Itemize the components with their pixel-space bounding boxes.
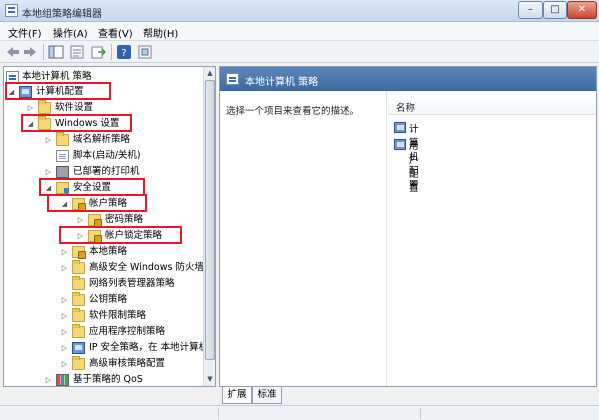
status-divider	[420, 408, 421, 419]
tree-label: 软件限制策略	[89, 310, 147, 321]
tree-label: 应用程序控制策略	[89, 326, 166, 337]
list-column-header[interactable]: 名称	[388, 97, 596, 115]
column-name[interactable]: 名称	[396, 100, 415, 114]
details-title: 本地计算机 策略	[245, 77, 319, 88]
scroll-up-arrow-icon[interactable]: ▲	[204, 67, 215, 79]
highlight-box	[47, 194, 147, 212]
collapsed-arrow-icon[interactable]: ▷	[60, 292, 69, 308]
tree-label: 网络列表管理器策略	[89, 278, 175, 289]
menu-view[interactable]: 查看(V)	[98, 25, 133, 40]
tree-label: IP 安全策略，在 本地计算机	[89, 342, 209, 353]
show-tree-icon[interactable]	[48, 44, 64, 60]
menu-bar: 文件(F) 操作(A) 查看(V) 帮助(H)	[0, 22, 599, 41]
tree-vertical-scrollbar[interactable]: ▲ ▼	[203, 67, 215, 386]
toolbar-separator	[111, 44, 112, 60]
details-pane: 本地计算机 策略 选择一个项目来查看它的描述。 名称 计算机配置 用户配置	[219, 66, 597, 387]
tree-label: 域名解析策略	[73, 134, 131, 145]
scroll-down-arrow-icon[interactable]: ▼	[204, 373, 215, 385]
properties-icon[interactable]	[69, 44, 85, 60]
tab-extended[interactable]: 扩展	[222, 387, 252, 404]
collapsed-arrow-icon[interactable]: ▷	[60, 324, 69, 340]
toolbar: ?	[0, 41, 599, 63]
folder-icon	[72, 308, 85, 322]
minimize-button[interactable]: –	[518, 1, 543, 19]
tree-label: 公钥策略	[89, 294, 128, 305]
ip-security-icon	[72, 342, 85, 354]
tree-pane: 本地计算机 策略 ◢ 计算机配置 ▷ 软件设置 ◢ Windows 设置 ▷ 域…	[3, 66, 216, 387]
window-title: 本地组策略编辑器	[22, 9, 102, 20]
export-icon[interactable]	[90, 44, 106, 60]
folder-icon	[72, 356, 85, 370]
lock-folder-icon	[72, 246, 86, 259]
help-icon[interactable]: ?	[116, 44, 132, 60]
printer-icon	[56, 166, 69, 178]
tree-label: 高级安全 Windows 防火墙	[89, 262, 204, 273]
title-bar: 本地组策略编辑器 – □ ✕	[0, 0, 599, 22]
menu-file[interactable]: 文件(F)	[8, 25, 42, 40]
menu-help[interactable]: 帮助(H)	[143, 25, 178, 40]
filter-icon[interactable]	[137, 44, 153, 60]
folder-icon	[72, 260, 85, 274]
collapsed-arrow-icon[interactable]: ▷	[60, 308, 69, 324]
close-button[interactable]: ✕	[567, 1, 597, 19]
details-header: 本地计算机 策略	[220, 67, 596, 91]
description-text: 选择一个项目来查看它的描述。	[226, 106, 360, 117]
scrollbar-thumb[interactable]	[205, 80, 215, 360]
user-config-icon	[394, 139, 406, 150]
folder-icon	[72, 276, 85, 290]
tree-label: 脚本(启动/关机)	[73, 150, 141, 161]
svg-text:?: ?	[121, 48, 126, 59]
status-bar	[0, 405, 599, 420]
qos-chart-icon	[56, 374, 69, 386]
highlight-box	[21, 114, 132, 132]
description-panel: 选择一个项目来查看它的描述。	[220, 91, 387, 386]
menu-action[interactable]: 操作(A)	[53, 25, 88, 40]
collapsed-arrow-icon[interactable]: ▷	[44, 132, 53, 148]
forward-arrow-icon[interactable]	[22, 44, 38, 60]
highlight-box	[5, 82, 111, 100]
highlight-box	[59, 226, 182, 244]
policy-root-icon	[226, 73, 239, 85]
folder-icon	[72, 324, 85, 338]
script-document-icon	[56, 150, 69, 162]
list-item-label: 用户配置	[409, 141, 419, 194]
maximize-button[interactable]: □	[543, 1, 567, 19]
back-arrow-icon[interactable]	[5, 44, 21, 60]
collapsed-arrow-icon[interactable]: ▷	[60, 260, 69, 276]
tab-standard[interactable]: 标准	[252, 387, 282, 404]
collapsed-arrow-icon[interactable]: ▷	[44, 372, 53, 386]
lock-folder-icon	[88, 214, 102, 227]
tree-label: 高级审核策略配置	[89, 358, 166, 369]
tree-label: 本地策略	[89, 246, 128, 257]
collapsed-arrow-icon[interactable]: ▷	[60, 356, 69, 372]
collapsed-arrow-icon[interactable]: ▷	[60, 340, 69, 356]
collapsed-arrow-icon[interactable]: ▷	[60, 244, 69, 260]
tree-label: 基于策略的 QoS	[73, 374, 143, 385]
folder-icon	[38, 100, 51, 114]
computer-icon	[394, 122, 406, 133]
status-divider	[218, 408, 219, 419]
toolbar-separator	[43, 44, 44, 60]
folder-icon	[72, 292, 85, 306]
folder-icon	[56, 132, 69, 146]
policy-editor-icon	[5, 4, 18, 17]
